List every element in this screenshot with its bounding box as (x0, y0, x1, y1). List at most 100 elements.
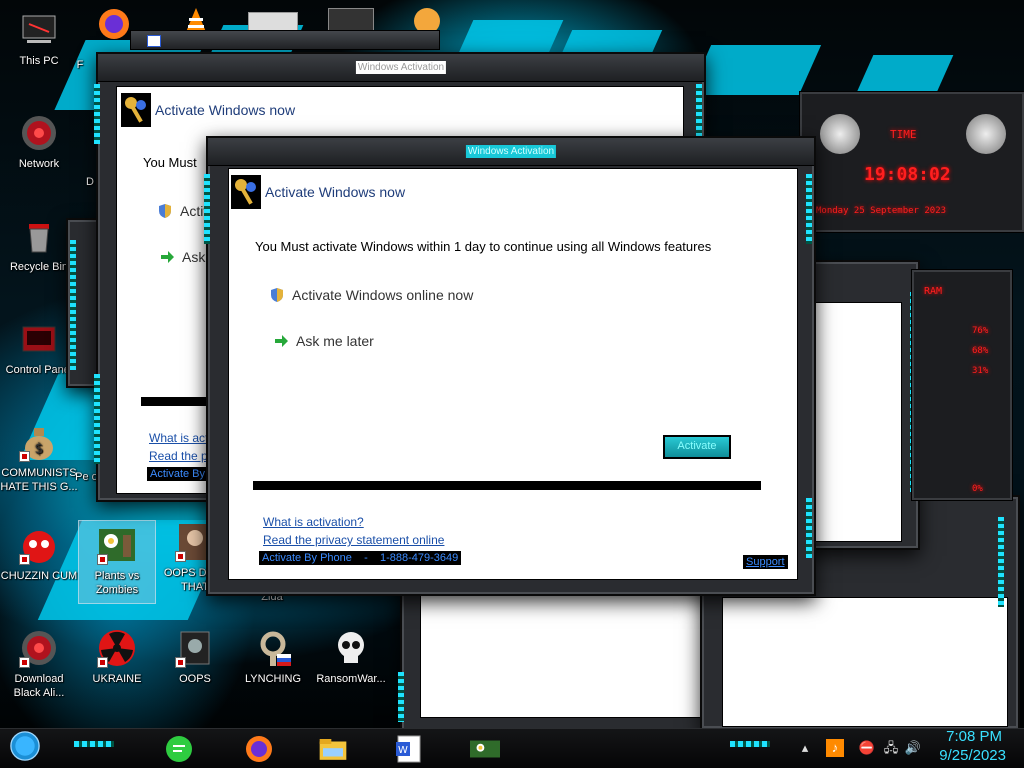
oops-icon (175, 628, 215, 668)
alien-head-icon (820, 114, 860, 154)
frame-accent (94, 84, 100, 144)
file-explorer-taskbar-icon[interactable] (318, 734, 354, 764)
taskbar-clock-time[interactable]: 7:08 PM (946, 728, 1002, 745)
ransomware-desktop-icon[interactable]: RansomWar... (312, 628, 390, 686)
start-button[interactable] (10, 731, 44, 765)
recycle-bin-icon (19, 216, 59, 256)
network-tray-icon[interactable]: 🖧 (882, 739, 900, 757)
meter-value: 0% (972, 484, 983, 494)
what-is-activation-link[interactable]: What is acti (149, 431, 211, 445)
window-client-area (722, 597, 1008, 727)
activate-by-phone-link[interactable]: Activate By Phone - 1-888-479-3649 (259, 551, 462, 565)
shield-icon (157, 203, 173, 219)
chuzzle-desktop-icon[interactable]: CHUZZIN CUM (0, 525, 78, 583)
privacy-link[interactable]: Read the privacy statement online (263, 533, 444, 547)
activation-message: You Must (143, 155, 197, 170)
shortcut-arrow-icon (19, 657, 30, 668)
shortcut-arrow-icon (19, 451, 30, 462)
ukraine-desktop-icon[interactable]: UKRAINE (78, 628, 156, 686)
activate-button[interactable]: Activate (663, 435, 731, 459)
taskbar-accent (74, 741, 114, 747)
plants-vs-zombies-desktop-icon[interactable]: Plants vs Zombies (78, 520, 156, 604)
desktop-icon-label: This PC (19, 55, 59, 67)
money-bag-desktop-icon[interactable]: $ COMMUNISTS HATE THIS G... (0, 422, 78, 494)
option-label: Ask me later (296, 333, 374, 349)
separator (253, 481, 761, 490)
wallpaper-stroke (688, 45, 822, 95)
money-bag-icon: $ (19, 422, 59, 462)
keys-icon (231, 175, 261, 209)
dialog-header: Activate Windows now (121, 93, 295, 127)
taskbar-clock-date[interactable]: 9/25/2023 (939, 747, 1006, 764)
word-taskbar-icon[interactable]: W (394, 734, 424, 764)
alien-network-icon (19, 113, 59, 153)
firefox-desktop-label[interactable]: F (60, 58, 100, 72)
control-panel-icon (19, 319, 59, 359)
activate-online-option[interactable]: Activ (157, 203, 210, 219)
window-titlebar[interactable]: Windows Activation (208, 138, 814, 166)
green-arrow-icon (273, 333, 289, 349)
plants-vs-zombies-taskbar-icon[interactable] (470, 734, 516, 764)
ask-later-option[interactable]: Ask (159, 249, 205, 265)
shortcut-arrow-icon (175, 657, 186, 668)
firefox-taskbar-icon[interactable] (244, 734, 274, 764)
keys-icon (121, 93, 151, 127)
word-doc-icon (147, 35, 161, 47)
window-titlebar[interactable]: Windows Activation (98, 54, 704, 82)
tray-app-icon[interactable]: ♪ (826, 739, 844, 757)
tray-arrow-icon[interactable]: ▴ (796, 739, 814, 757)
desktop-icon-label: COMMUNISTS HATE THIS G... (0, 467, 78, 493)
firefox-desktop-icon[interactable] (96, 6, 132, 42)
network-desktop-icon[interactable]: Network (0, 113, 78, 171)
frame-accent (94, 374, 100, 464)
what-is-activation-link[interactable]: What is activation? (263, 515, 364, 529)
svg-text:$: $ (35, 441, 44, 457)
clock-date: Monday 25 September 2023 (816, 206, 947, 216)
desktop-icon-label: Plants vs Zombies (94, 570, 140, 596)
desktop-icon-label: F (76, 59, 84, 71)
shortcut-arrow-icon (175, 551, 186, 562)
oops-desktop-icon[interactable]: OOPS (156, 628, 234, 686)
background-window-titlebar[interactable] (130, 30, 440, 50)
rope-icon (253, 628, 293, 668)
support-link[interactable]: Support (743, 555, 788, 569)
download-black-alien-desktop-icon[interactable]: Download Black Ali... (0, 628, 78, 700)
chat-app-icon[interactable] (164, 734, 194, 764)
system-meter-gadget[interactable]: RAM 76% 68% 31% 0% (912, 270, 1012, 500)
plants-vs-zombies-icon (97, 525, 137, 565)
activation-message: You Must activate Windows within 1 day t… (255, 239, 712, 254)
privacy-link[interactable]: Read the p (149, 449, 208, 463)
shield-icon (269, 287, 285, 303)
shortcut-arrow-icon (19, 554, 30, 565)
windows-activation-window[interactable]: Windows Activation Activate Windows now … (204, 136, 816, 596)
dialog-heading: Activate Windows now (265, 184, 406, 200)
tray-blocked-icon[interactable]: ⛔ (858, 739, 876, 757)
volume-tray-icon[interactable]: 🔊 (904, 739, 922, 757)
dialog-heading: Activate Windows now (155, 102, 296, 118)
frame-accent (696, 84, 702, 144)
frame-accent (806, 174, 812, 244)
lynching-desktop-icon[interactable]: LYNCHING (234, 628, 312, 686)
meter-value: 76% (972, 326, 989, 336)
radiation-icon (97, 628, 137, 668)
ask-later-option[interactable]: Ask me later (273, 333, 374, 349)
meter-value: 31% (972, 366, 989, 376)
alien-head-icon (966, 114, 1006, 154)
clock-time: 19:08:02 (864, 164, 951, 185)
desktop-icon-label: RansomWar... (316, 673, 386, 685)
clock-gadget[interactable]: TIME 19:08:02 Monday 25 September 2023 (800, 92, 1024, 232)
frame-accent (70, 240, 76, 370)
window-title: Windows Activation (465, 145, 557, 158)
desktop-icon-label: UKRAINE (92, 673, 142, 685)
computer-icon (19, 10, 59, 50)
desktop-icon-label: OOPS (179, 673, 211, 685)
window-title: Windows Activation (355, 61, 447, 74)
desktop-icon-label: Network (18, 158, 60, 170)
shortcut-arrow-icon (97, 657, 108, 668)
green-arrow-icon (159, 249, 175, 265)
skull-icon (331, 628, 371, 668)
desktop-icon-label: D (86, 176, 94, 188)
activate-online-option[interactable]: Activate Windows online now (269, 287, 473, 303)
desktop-icon-label: Control Panel (5, 364, 73, 376)
window-client-area (812, 302, 902, 542)
